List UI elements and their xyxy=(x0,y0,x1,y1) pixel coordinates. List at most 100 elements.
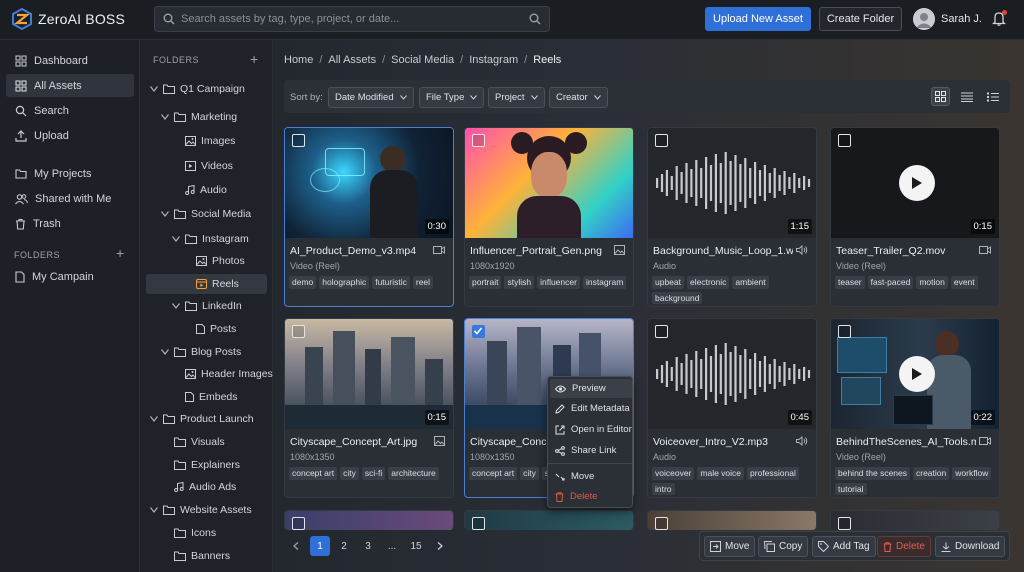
tree-item[interactable]: Audio xyxy=(172,180,227,200)
tree-item[interactable]: Embeds xyxy=(172,387,238,407)
tree-item[interactable]: Marketing xyxy=(161,107,237,127)
asset-thumbnail[interactable]: 1:15 xyxy=(648,128,816,238)
nav-item-my-campain[interactable]: My Campain xyxy=(6,265,134,288)
tag-chip[interactable]: background xyxy=(652,291,703,304)
select-checkbox[interactable] xyxy=(292,517,305,530)
file-type-dropdown[interactable]: File Type xyxy=(419,87,485,108)
page-2[interactable]: 2 xyxy=(334,536,354,556)
nav-item-all-assets[interactable]: All Assets xyxy=(6,74,134,97)
tree-item[interactable]: Posts xyxy=(183,319,236,339)
next-page-chevron-icon[interactable] xyxy=(430,536,450,556)
tag-chip[interactable]: concept art xyxy=(289,467,338,480)
chevron-down-icon[interactable] xyxy=(161,211,169,217)
bulk-add-tag-button[interactable]: Add Tag xyxy=(812,536,876,557)
tree-item[interactable]: LinkedIn xyxy=(172,296,242,316)
tag-chip[interactable]: motion xyxy=(916,276,948,289)
add-folder-plus-icon[interactable]: + xyxy=(116,245,124,261)
context-share-link[interactable]: Share Link xyxy=(550,441,632,460)
tree-item[interactable]: Photos xyxy=(183,251,245,271)
asset-filename[interactable]: BehindTheScenes_AI_Tools.mp4 xyxy=(836,436,976,448)
tree-item[interactable]: Instagram xyxy=(172,229,249,249)
grid-view-button[interactable] xyxy=(931,87,950,106)
context-edit-metadata[interactable]: Edit Metadata xyxy=(550,399,632,418)
search-input[interactable] xyxy=(181,13,523,25)
chevron-down-icon[interactable] xyxy=(161,349,169,355)
asset-filename[interactable]: Cityscape_Concept_Art.jpg xyxy=(290,436,430,448)
asset-card-partial[interactable] xyxy=(464,510,634,530)
chevron-down-icon[interactable] xyxy=(172,303,180,309)
context-preview[interactable]: Preview xyxy=(550,379,632,398)
page-3[interactable]: 3 xyxy=(358,536,378,556)
breadcrumb-social-media[interactable]: Social Media xyxy=(391,54,454,66)
select-checkbox[interactable] xyxy=(655,134,668,147)
tree-item[interactable]: Audio Ads xyxy=(161,477,236,497)
asset-card[interactable]: Influencer_Portrait_Gen.png 1080x1920 port… xyxy=(464,127,634,307)
asset-thumbnail[interactable]: 0:22 xyxy=(831,319,999,429)
chevron-down-icon[interactable] xyxy=(172,236,180,242)
tag-chip[interactable]: behind the scenes xyxy=(835,467,910,480)
nav-item-dashboard[interactable]: Dashboard xyxy=(6,49,134,72)
asset-filename[interactable]: Background_Music_Loop_1.wav xyxy=(653,245,793,257)
tag-chip[interactable]: city xyxy=(340,467,359,480)
tree-item[interactable]: Explainers xyxy=(161,455,240,475)
user-menu[interactable]: Sarah J. xyxy=(913,8,982,30)
select-checkbox[interactable] xyxy=(655,325,668,338)
tree-item[interactable]: Icons xyxy=(161,523,216,543)
page-15[interactable]: 15 xyxy=(406,536,426,556)
chevron-down-icon[interactable] xyxy=(150,86,158,92)
tree-item[interactable]: Images xyxy=(172,131,235,151)
tag-chip[interactable]: holographic xyxy=(319,276,370,289)
sort-date-modified-dropdown[interactable]: Date Modified xyxy=(328,87,414,108)
tree-item[interactable]: Visuals xyxy=(161,432,225,452)
tree-item[interactable]: Social Media xyxy=(161,204,251,224)
nav-item-trash[interactable]: Trash xyxy=(6,212,134,235)
asset-card[interactable]: 0:30 AI_Product_Demo_v3.mp4 Video (Reel) de… xyxy=(284,127,454,307)
tag-chip[interactable]: fast-paced xyxy=(867,276,914,289)
prev-page-chevron-icon[interactable] xyxy=(286,536,306,556)
tree-item[interactable]: Reels xyxy=(146,274,267,294)
creator-dropdown[interactable]: Creator xyxy=(549,87,608,108)
select-checkbox[interactable] xyxy=(655,517,668,530)
tag-chip[interactable]: voiceover xyxy=(652,467,695,480)
asset-card[interactable]: 0:22 BehindTheScenes_AI_Tools.mp4 Video (R… xyxy=(830,318,1000,498)
tag-chip[interactable]: electronic xyxy=(687,276,730,289)
nav-item-search[interactable]: Search xyxy=(6,99,134,122)
tag-chip[interactable]: workflow xyxy=(952,467,992,480)
context-delete[interactable]: Delete xyxy=(550,487,632,506)
tag-chip[interactable]: demo xyxy=(289,276,317,289)
asset-card-partial[interactable] xyxy=(284,510,454,530)
select-checkbox[interactable] xyxy=(472,134,485,147)
chevron-down-icon[interactable] xyxy=(161,114,169,120)
page-1[interactable]: 1 xyxy=(310,536,330,556)
nav-item-my-projects[interactable]: My Projects xyxy=(6,162,134,185)
select-checkbox[interactable] xyxy=(292,325,305,338)
select-checkbox[interactable] xyxy=(838,134,851,147)
breadcrumb-all-assets[interactable]: All Assets xyxy=(328,54,376,66)
breadcrumb-instagram[interactable]: Instagram xyxy=(469,54,518,66)
asset-card[interactable]: 0:15 Teaser_Trailer_Q2.mov Video (Reel) tea… xyxy=(830,127,1000,307)
add-folder-plus-icon[interactable]: + xyxy=(250,51,258,67)
tag-chip[interactable]: influencer xyxy=(537,276,580,289)
tag-chip[interactable]: ambient xyxy=(732,276,769,289)
detail-view-button[interactable] xyxy=(983,87,1002,106)
tree-item[interactable]: Banners xyxy=(161,546,230,566)
tag-chip[interactable]: reel xyxy=(412,276,434,289)
tag-chip[interactable]: event xyxy=(950,276,978,289)
tag-chip[interactable]: portrait xyxy=(469,276,502,289)
tag-chip[interactable]: city xyxy=(520,467,539,480)
asset-card[interactable]: 0:45 Voiceover_Intro_V2.mp3 Audio voiceover… xyxy=(647,318,817,498)
context-move[interactable]: Move xyxy=(550,467,632,486)
asset-filename[interactable]: Influencer_Portrait_Gen.png xyxy=(470,245,610,257)
tag-chip[interactable]: architecture xyxy=(388,467,439,480)
select-checkbox[interactable] xyxy=(838,517,851,530)
asset-filename[interactable]: Voiceover_Intro_V2.mp3 xyxy=(653,436,793,448)
tag-chip[interactable]: stylish xyxy=(504,276,535,289)
bulk-copy-button[interactable]: Copy xyxy=(758,536,809,557)
asset-card-partial[interactable] xyxy=(830,510,1000,530)
tree-item[interactable]: Product Launch xyxy=(150,409,254,429)
tree-item[interactable]: Q1 Campaign xyxy=(150,79,245,99)
tag-chip[interactable]: instagram xyxy=(582,276,627,289)
asset-thumbnail[interactable] xyxy=(465,128,633,238)
tree-item[interactable]: Header Images xyxy=(172,364,273,384)
tag-chip[interactable]: male voice xyxy=(697,467,745,480)
